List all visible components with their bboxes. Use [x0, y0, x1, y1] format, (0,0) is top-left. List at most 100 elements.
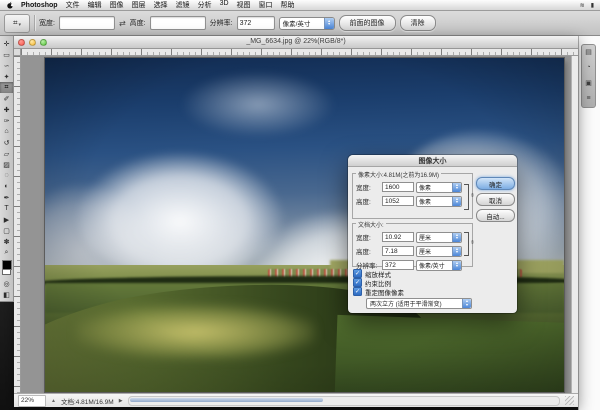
dodge-tool[interactable]: ◐ — [0, 181, 13, 192]
healing-brush-tool[interactable]: ✚ — [0, 104, 13, 115]
stepper-icon[interactable] — [452, 261, 461, 270]
menu-item[interactable]: 选择 — [154, 0, 168, 10]
battery-icon[interactable]: ▮ — [591, 2, 594, 9]
ok-button[interactable]: 确定 — [476, 177, 515, 190]
stepper-icon[interactable] — [452, 197, 461, 206]
path-selection-tool[interactable]: ▶ — [0, 214, 13, 225]
width-label: 宽度: — [39, 18, 55, 28]
width-input[interactable] — [59, 16, 115, 30]
scrollbar-thumb[interactable] — [130, 398, 324, 402]
height-input[interactable] — [150, 16, 206, 30]
app-menu[interactable]: Photoshop — [21, 2, 58, 9]
menu-item[interactable]: 视图 — [237, 0, 251, 10]
dialog-checkboxes: 缩放样式 约束比例 重定图像像素 — [353, 269, 404, 296]
menu-item[interactable]: 图像 — [110, 0, 124, 10]
type-tool[interactable]: T — [0, 203, 13, 214]
brush-tool[interactable]: ✑ — [0, 115, 13, 126]
unit-select[interactable]: 厘米 — [416, 232, 462, 243]
status-popup-icon[interactable] — [51, 397, 56, 404]
value-input[interactable]: 1600 — [382, 182, 414, 192]
crop-tool-preset-button[interactable]: ⌗ — [4, 14, 30, 33]
horizontal-ruler[interactable] — [21, 49, 578, 56]
unit-select[interactable]: 像素/英寸 — [416, 260, 462, 271]
gradient-tool[interactable]: ▨ — [0, 159, 13, 170]
checkbox-icon[interactable] — [353, 269, 362, 278]
crop-tool[interactable]: ⌗ — [0, 82, 13, 93]
panel-history-icon[interactable]: ◔ — [586, 64, 590, 72]
checkbox-icon[interactable] — [353, 278, 362, 287]
stepper-icon[interactable] — [452, 233, 461, 242]
move-tool[interactable]: ✛ — [0, 38, 13, 49]
color-swatches[interactable] — [1, 260, 12, 276]
menu-item[interactable]: 文件 — [66, 0, 80, 10]
marquee-tool[interactable]: ▭ — [0, 49, 13, 60]
menu-item[interactable]: 分析 — [198, 0, 212, 10]
value-input[interactable]: 7.18 — [382, 246, 414, 256]
unit-select[interactable]: 像素 — [416, 196, 462, 207]
pen-tool[interactable]: ✒ — [0, 192, 13, 203]
wifi-icon[interactable]: ≋ — [580, 2, 585, 9]
toolbox: ✛▭∽✦⌗✐✚✑⌂↺▱▨◌◐✒T▶▢✽⌕ ◎◧ — [0, 36, 14, 302]
resize-grip[interactable] — [565, 396, 574, 405]
horizontal-scrollbar[interactable] — [128, 396, 560, 406]
panel-dock: ▤ ◔ ▣ ≡ — [581, 44, 596, 108]
pixel-dimensions-group: 像素大小:4.81M(之前为16.9M) 宽度: 1600 像素 高度: 105… — [352, 173, 473, 219]
dialog-titlebar[interactable]: 图像大小 — [348, 155, 517, 167]
menu-item[interactable]: 帮助 — [281, 0, 295, 10]
chain-link-icon — [470, 192, 474, 198]
resolution-input[interactable]: 372 — [237, 16, 275, 30]
menu-item[interactable]: 编辑 — [88, 0, 102, 10]
hand-tool[interactable]: ✽ — [0, 236, 13, 247]
vertical-ruler[interactable] — [14, 56, 21, 393]
blur-tool[interactable]: ◌ — [0, 170, 13, 181]
front-image-button[interactable]: 前面的图像 — [339, 15, 396, 31]
zoom-level-field[interactable]: 22% — [18, 395, 46, 407]
menu-item[interactable]: 滤镜 — [176, 0, 190, 10]
clear-button[interactable]: 清除 — [400, 15, 436, 31]
resample-method-select[interactable]: 两次立方 (适用于平滑渐变) — [366, 298, 472, 309]
clone-stamp-tool[interactable]: ⌂ — [0, 126, 13, 137]
unit-select[interactable]: 厘米 — [416, 246, 462, 257]
shape-tool[interactable]: ▢ — [0, 225, 13, 236]
document-status-bar: 22% 文档:4.81M/16.9M — [14, 393, 578, 407]
eraser-tool[interactable]: ▱ — [0, 148, 13, 159]
screen: Photoshop 文件编辑图像图层选择滤镜分析 3D 视图窗口帮助 ≋ ▮ ⌗ 宽度… — [0, 0, 600, 410]
menu-item[interactable]: 图层 — [132, 0, 146, 10]
stepper-icon[interactable] — [452, 247, 461, 256]
dimension-row: 宽度: 1600 像素 — [353, 180, 472, 194]
divider — [34, 15, 35, 31]
checkbox-row[interactable]: 重定图像像素 — [353, 287, 404, 296]
screen-mode-button[interactable]: ◧ — [0, 289, 13, 300]
lasso-tool[interactable]: ∽ — [0, 60, 13, 71]
unit-select[interactable]: 像素 — [416, 182, 462, 193]
panel-navigator-icon[interactable]: ▤ — [585, 49, 592, 57]
vertical-scrollbar[interactable] — [571, 56, 578, 393]
menu-item[interactable]: 窗口 — [259, 0, 273, 10]
dimension-row: 高度: 1052 像素 — [353, 194, 472, 208]
document-titlebar[interactable]: _MG_6634.jpg @ 22%(RGB/8*) — [14, 36, 578, 49]
panel-color-icon[interactable]: ▣ — [585, 80, 592, 88]
auto-button[interactable]: 自动... — [476, 209, 515, 222]
value-input[interactable]: 1052 — [382, 196, 414, 206]
image-size-dialog: 图像大小 像素大小:4.81M(之前为16.9M) 宽度: 1600 像素 高度… — [348, 155, 517, 313]
quick-selection-tool[interactable]: ✦ — [0, 71, 13, 82]
resolution-unit-select[interactable]: 像素/英寸 — [279, 17, 335, 30]
stepper-icon[interactable] — [324, 18, 334, 29]
checkbox-icon[interactable] — [353, 287, 362, 296]
menu-item[interactable]: 3D — [220, 0, 229, 10]
swap-dimensions-icon[interactable] — [119, 19, 126, 28]
foreground-color-swatch[interactable] — [2, 260, 12, 270]
value-input[interactable]: 10.92 — [382, 232, 414, 242]
stepper-icon[interactable] — [452, 183, 461, 192]
cancel-button[interactable]: 取消 — [476, 193, 515, 206]
panel-layers-icon[interactable]: ≡ — [586, 95, 590, 103]
quick-mask-button[interactable]: ◎ — [0, 278, 13, 289]
tool-list: ✛▭∽✦⌗✐✚✑⌂↺▱▨◌◐✒T▶▢✽⌕ — [0, 38, 13, 258]
stepper-icon[interactable] — [462, 299, 471, 308]
apple-menu-icon[interactable] — [6, 1, 14, 9]
eyedropper-tool[interactable]: ✐ — [0, 93, 13, 104]
status-menu-arrow-icon[interactable] — [119, 397, 123, 404]
zoom-tool[interactable]: ⌕ — [0, 247, 13, 258]
pixel-dimensions-legend: 像素大小:4.81M(之前为16.9M) — [356, 170, 441, 179]
history-brush-tool[interactable]: ↺ — [0, 137, 13, 148]
